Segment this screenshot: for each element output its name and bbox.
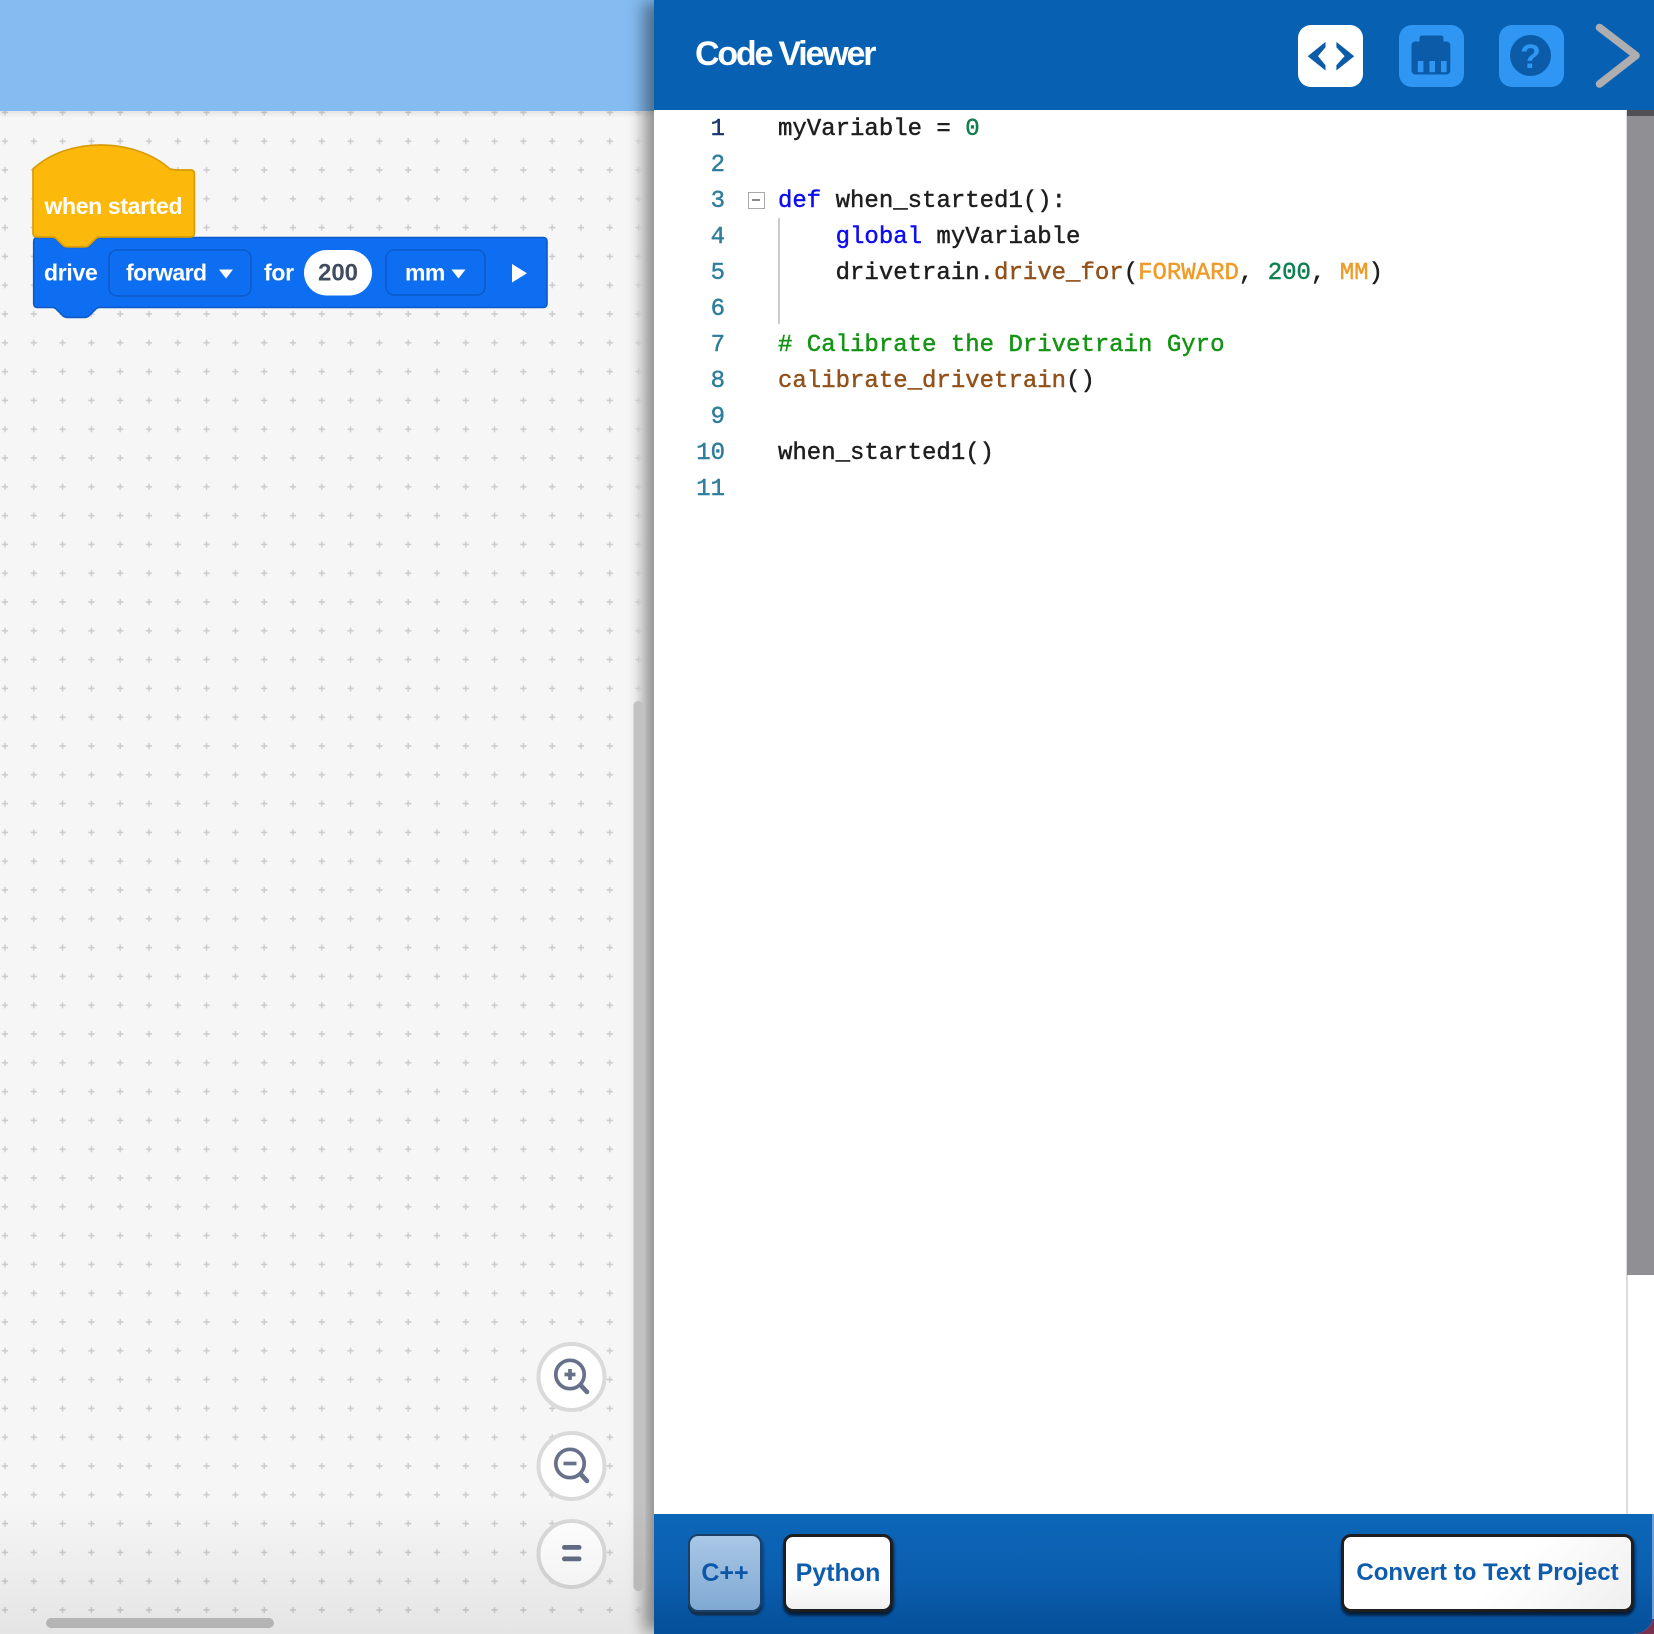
svg-text:?: ? [1520, 38, 1541, 76]
svg-text:when started: when started [44, 193, 183, 219]
svg-text:mm: mm [405, 260, 445, 286]
svg-text:200: 200 [318, 260, 358, 287]
svg-text:for: for [264, 260, 294, 286]
svg-text:forward: forward [126, 260, 207, 286]
svg-text:drive: drive [44, 260, 97, 286]
